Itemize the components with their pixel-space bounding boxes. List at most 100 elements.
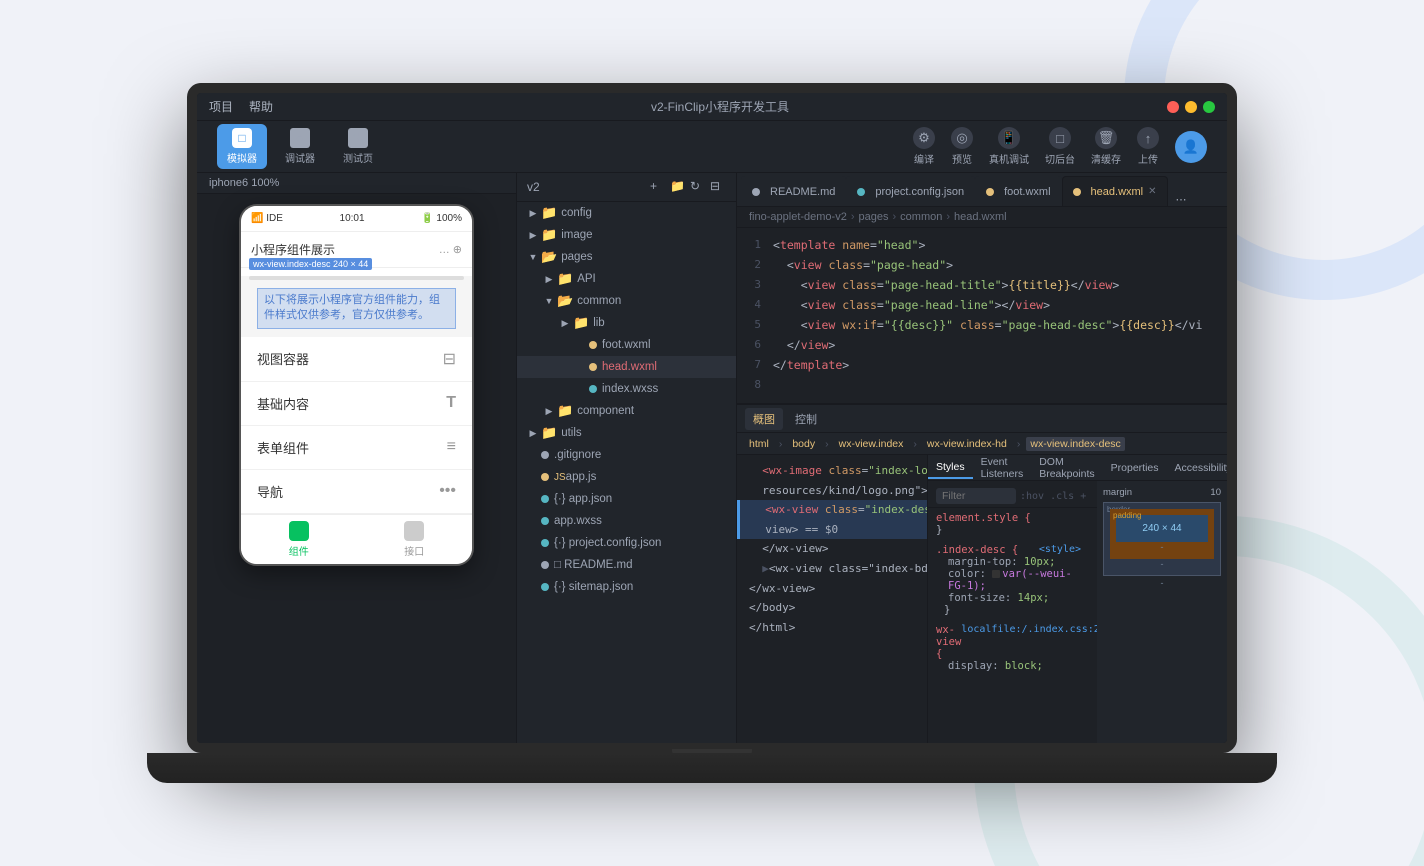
- code-editor[interactable]: 1 <template name="head"> 2 <view class="…: [737, 228, 1227, 403]
- tree-item-config[interactable]: ▶ 📁 config: [517, 202, 736, 224]
- minimize-button[interactable]: [1185, 101, 1197, 113]
- tree-item-common[interactable]: ▼ 📂 common: [517, 290, 736, 312]
- tree-arrow-pages: ▼: [525, 252, 541, 262]
- clear-icon: 🗑: [1095, 127, 1117, 149]
- background-btn[interactable]: □ 切后台: [1045, 127, 1075, 166]
- element-tag-wx-hd[interactable]: wx-view.index-hd: [923, 437, 1011, 451]
- menu-item-project[interactable]: 项目: [209, 98, 233, 115]
- folder-icon-component: 📁: [557, 403, 573, 419]
- phone-title: 小程序组件展示: [251, 241, 335, 258]
- breadcrumb-root: fino-applet-demo-v2: [749, 211, 847, 223]
- tab-project-config[interactable]: project.config.json: [846, 176, 975, 206]
- tree-collapse-icon[interactable]: ⊟: [710, 179, 726, 195]
- folder-icon-api: 📁: [557, 271, 573, 287]
- phone-tab-component[interactable]: 组件: [241, 515, 357, 564]
- file-dot-app-js: [541, 473, 549, 481]
- clear-cache-btn[interactable]: 🗑 清缓存: [1091, 127, 1121, 166]
- tree-item-lib[interactable]: ▶ 📁 lib: [517, 312, 736, 334]
- element-tag-body[interactable]: body: [788, 437, 819, 451]
- toolbar-right: ⚙ 编译 ◎ 预览 📱 真机调试 □ 切后台: [913, 127, 1207, 166]
- tree-item-head-wxml[interactable]: head.wxml: [517, 356, 736, 378]
- inspector-line-8: </body>: [737, 598, 927, 618]
- styles-tab-dom[interactable]: DOM Breakpoints: [1031, 455, 1102, 484]
- toolbar-simulator-btn[interactable]: □ 模拟器: [217, 124, 267, 169]
- styles-tab-event[interactable]: Event Listeners: [973, 455, 1032, 484]
- tree-item-app-js[interactable]: JS app.js: [517, 466, 736, 488]
- tree-item-utils[interactable]: ▶ 📁 utils: [517, 422, 736, 444]
- laptop-body: 项目 帮助 v2-FinClip小程序开发工具 □ 模拟器: [187, 83, 1237, 753]
- line-content-8: [773, 376, 1227, 396]
- tree-item-api[interactable]: ▶ 📁 API: [517, 268, 736, 290]
- tab-foot-wxml[interactable]: foot.wxml: [975, 176, 1061, 206]
- component-tab-icon: [289, 521, 309, 541]
- tree-item-foot-wxml[interactable]: foot.wxml: [517, 334, 736, 356]
- maximize-button[interactable]: [1203, 101, 1215, 113]
- tree-new-file-icon[interactable]: +: [650, 179, 666, 195]
- tree-item-sitemap[interactable]: {·} sitemap.json: [517, 576, 736, 598]
- element-tag-wx-desc[interactable]: wx-view.index-desc: [1026, 437, 1124, 451]
- styles-tab-accessibility[interactable]: Accessibility: [1167, 458, 1228, 478]
- tree-item-component[interactable]: ▶ 📁 component: [517, 400, 736, 422]
- element-tag-wx-index[interactable]: wx-view.index: [835, 437, 908, 451]
- tree-item-pages[interactable]: ▼ 📂 pages: [517, 246, 736, 268]
- code-line-6: 6 </view>: [737, 336, 1227, 356]
- tree-item-app-wxss[interactable]: app.wxss: [517, 510, 736, 532]
- preview-btn[interactable]: ◎ 预览: [951, 127, 973, 166]
- tree-label-sitemap: {·} sitemap.json: [554, 581, 633, 593]
- menu-bar: 项目 帮助 v2-FinClip小程序开发工具: [197, 93, 1227, 121]
- phone-frame: 📶 IDE 10:01 🔋 100% 小程序组件展示 … ⊕ wx-view.: [239, 204, 474, 566]
- tree-item-project-config[interactable]: {·} project.config.json: [517, 532, 736, 554]
- code-line-2: 2 <view class="page-head">: [737, 256, 1227, 276]
- box-padding-label: padding: [1113, 511, 1141, 520]
- tree-item-app-json[interactable]: {·} app.json: [517, 488, 736, 510]
- filter-input[interactable]: [936, 488, 1016, 504]
- laptop-wrapper: 项目 帮助 v2-FinClip小程序开发工具 □ 模拟器: [187, 83, 1237, 783]
- styles-tab-properties[interactable]: Properties: [1103, 458, 1167, 478]
- phone-tab-api[interactable]: 接口: [357, 515, 473, 564]
- tree-refresh-icon[interactable]: ↻: [690, 179, 706, 195]
- toolbar-test-btn[interactable]: 出 测试页: [333, 124, 383, 169]
- tab-label-readme: README.md: [770, 186, 835, 198]
- list-item-nav: 导航 •••: [241, 470, 472, 514]
- device-icon: 📱: [998, 127, 1020, 149]
- panel-content: <wx-image class="index-logo" src="../res…: [737, 455, 1227, 743]
- device-debug-btn[interactable]: 📱 真机调试: [989, 127, 1029, 166]
- tab-more-btn[interactable]: ⋯: [1168, 193, 1195, 206]
- upload-btn[interactable]: ↑ 上传: [1137, 127, 1159, 166]
- styles-tab-styles[interactable]: Styles: [928, 457, 973, 479]
- tab-label-foot: foot.wxml: [1004, 186, 1050, 198]
- css-rule-wx-view: wx-view { localfile:/.index.css:2 displa…: [928, 620, 1097, 676]
- tree-item-gitignore[interactable]: .gitignore: [517, 444, 736, 466]
- breadcrumb-common: common: [900, 211, 942, 223]
- phone-bottom-bar: 组件 接口: [241, 514, 472, 564]
- user-avatar[interactable]: 👤: [1175, 131, 1207, 163]
- menu-item-help[interactable]: 帮助: [249, 98, 273, 115]
- bottom-panel: 概图 控制 html › body › wx-view.index › wx-v…: [737, 403, 1227, 743]
- tree-item-readme[interactable]: □ README.md: [517, 554, 736, 576]
- css-link-style[interactable]: <style>: [1039, 544, 1089, 556]
- panel-tab-overview[interactable]: 概图: [745, 408, 783, 430]
- tree-label-app-json: {·} app.json: [554, 493, 612, 505]
- css-rule-element: element.style { }: [928, 508, 1097, 540]
- upload-icon: ↑: [1137, 127, 1159, 149]
- tree-item-image[interactable]: ▶ 📁 image: [517, 224, 736, 246]
- close-button[interactable]: [1167, 101, 1179, 113]
- tree-new-folder-icon[interactable]: 📁: [670, 179, 686, 195]
- list-icon-1: T: [446, 394, 456, 412]
- toolbar-debugger-btn[interactable]: ○ 调试器: [275, 124, 325, 169]
- panel-tab-control[interactable]: 控制: [787, 408, 825, 430]
- tab-readme[interactable]: README.md: [741, 176, 846, 206]
- tree-label-pages: pages: [561, 251, 592, 263]
- tree-label-head-wxml: head.wxml: [602, 361, 657, 373]
- css-link-local[interactable]: localfile:/.index.css:2: [961, 624, 1097, 660]
- code-line-5: 5 <view wx:if="{{desc}}" class="page-hea…: [737, 316, 1227, 336]
- tab-head-wxml[interactable]: head.wxml ✕: [1062, 176, 1168, 206]
- tree-label-foot-wxml: foot.wxml: [602, 339, 651, 351]
- tab-label-project: project.config.json: [875, 186, 964, 198]
- tab-close-head[interactable]: ✕: [1148, 186, 1156, 197]
- code-line-8: 8: [737, 376, 1227, 396]
- element-tag-html[interactable]: html: [745, 437, 773, 451]
- css-wx-view-row: wx-view { localfile:/.index.css:2: [936, 624, 1089, 660]
- compile-btn[interactable]: ⚙ 编译: [913, 127, 935, 166]
- tree-item-index-wxss[interactable]: index.wxss: [517, 378, 736, 400]
